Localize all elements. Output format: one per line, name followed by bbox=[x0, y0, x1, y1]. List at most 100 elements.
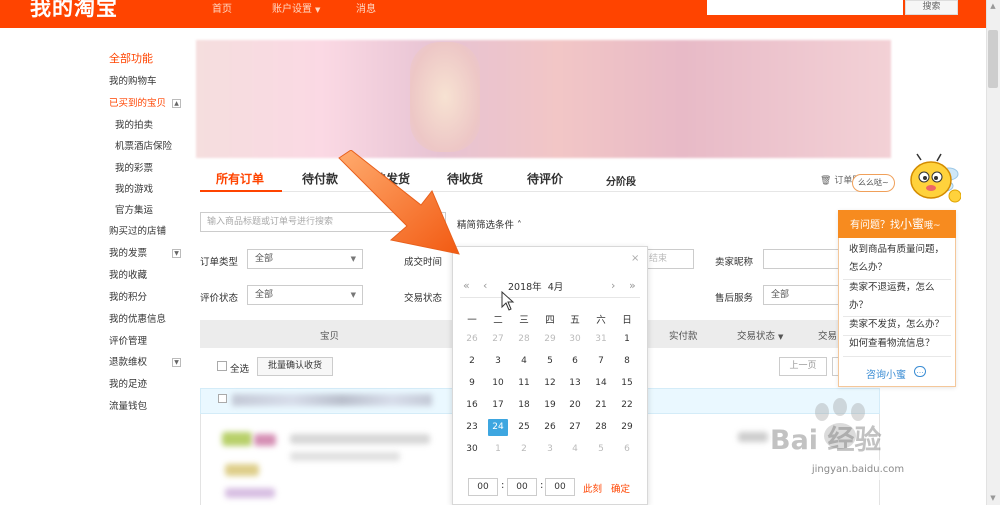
second-input[interactable]: 00 bbox=[545, 478, 575, 496]
product-image-blurred[interactable] bbox=[225, 464, 259, 476]
tab-unpaid[interactable]: 待付款 bbox=[302, 170, 338, 187]
sidebar-item-games[interactable]: 我的游戏 bbox=[115, 184, 153, 196]
calendar-day[interactable]: 21 bbox=[591, 397, 611, 414]
calendar-day[interactable]: 2 bbox=[462, 353, 482, 370]
collapse-toggle-icon[interactable]: ▲ bbox=[172, 99, 181, 108]
calendar-day[interactable]: 30 bbox=[462, 441, 482, 458]
deal-time-end-input[interactable]: 结束 bbox=[640, 249, 694, 269]
date-picker-month[interactable]: 4月 bbox=[548, 282, 564, 293]
prev-year-icon[interactable]: « bbox=[463, 279, 470, 292]
calendar-day[interactable]: 6 bbox=[617, 441, 637, 458]
nav-home[interactable]: 首页 bbox=[212, 0, 232, 15]
helper-question-shipping-fee-cont[interactable]: 办？ bbox=[849, 297, 868, 315]
expand-toggle-icon[interactable]: ▼ bbox=[172, 249, 181, 258]
calendar-day[interactable]: 4 bbox=[565, 441, 585, 458]
expand-toggle-icon[interactable]: ▼ bbox=[172, 358, 181, 367]
calendar-day[interactable]: 19 bbox=[540, 397, 560, 414]
ask-xiaomi-link[interactable]: 咨询小蜜 bbox=[866, 366, 906, 381]
now-button[interactable]: 此刻 bbox=[583, 481, 602, 495]
calendar-day[interactable]: 3 bbox=[540, 441, 560, 458]
tab-all-orders[interactable]: 所有订单 bbox=[216, 170, 264, 187]
calendar-day[interactable]: 26 bbox=[540, 419, 560, 436]
scroll-up-icon[interactable]: ▲ bbox=[988, 2, 998, 10]
calendar-day[interactable]: 29 bbox=[540, 331, 560, 348]
helper-question-shipping-fee[interactable]: 卖家不退运费，怎么 bbox=[849, 279, 935, 297]
nav-account-settings[interactable]: 账户设置 ▼ bbox=[272, 0, 320, 15]
helper-question-not-shipped[interactable]: 卖家不发货，怎么办？ bbox=[849, 316, 944, 334]
scrollbar-thumb[interactable] bbox=[988, 30, 998, 88]
chat-icon[interactable]: … bbox=[914, 366, 926, 377]
calendar-day-selected[interactable]: 24 bbox=[488, 419, 508, 436]
calendar-day[interactable]: 27 bbox=[565, 419, 585, 436]
sidebar-item-cart[interactable]: 我的购物车 bbox=[109, 76, 157, 88]
calendar-day[interactable]: 2 bbox=[514, 441, 534, 458]
sidebar-item-footprints[interactable]: 我的足迹 bbox=[109, 379, 147, 391]
calendar-day[interactable]: 4 bbox=[514, 353, 534, 370]
sidebar-item-bought[interactable]: 已买到的宝贝 bbox=[109, 98, 166, 110]
bee-mascot-icon[interactable] bbox=[903, 152, 961, 208]
calendar-day[interactable]: 28 bbox=[591, 419, 611, 436]
calendar-day[interactable]: 14 bbox=[591, 375, 611, 392]
product-image-blurred[interactable] bbox=[222, 432, 252, 446]
order-checkbox[interactable] bbox=[218, 394, 227, 403]
calendar-day[interactable]: 10 bbox=[488, 375, 508, 392]
calendar-day[interactable]: 27 bbox=[488, 331, 508, 348]
calendar-day[interactable]: 17 bbox=[488, 397, 508, 414]
sidebar-item-travel[interactable]: 机票酒店保险 bbox=[115, 141, 172, 153]
calendar-day[interactable]: 28 bbox=[514, 331, 534, 348]
calendar-day[interactable]: 3 bbox=[488, 353, 508, 370]
calendar-day[interactable]: 30 bbox=[565, 331, 585, 348]
calendar-day[interactable]: 22 bbox=[617, 397, 637, 414]
tab-installment[interactable]: 分阶段 bbox=[606, 173, 636, 188]
sidebar-item-reviews[interactable]: 评价管理 bbox=[109, 336, 147, 348]
product-image-blurred[interactable] bbox=[225, 488, 275, 498]
hour-input[interactable]: 00 bbox=[468, 478, 498, 496]
calendar-day[interactable]: 18 bbox=[514, 397, 534, 414]
sidebar-item-favorites[interactable]: 我的收藏 bbox=[109, 270, 147, 282]
select-all-checkbox[interactable] bbox=[217, 361, 227, 371]
next-month-icon[interactable]: › bbox=[611, 279, 615, 292]
sidebar-item-data-wallet[interactable]: 流量钱包 bbox=[109, 401, 147, 413]
sidebar-item-refunds[interactable]: 退款维权 bbox=[109, 357, 147, 369]
calendar-day[interactable]: 31 bbox=[591, 331, 611, 348]
batch-confirm-button[interactable]: 批量确认收货 bbox=[257, 357, 333, 376]
calendar-day[interactable]: 6 bbox=[565, 353, 585, 370]
select-all-label[interactable]: 全选 bbox=[230, 361, 249, 375]
top-search-button[interactable]: 搜索 bbox=[905, 0, 958, 15]
calendar-day[interactable]: 23 bbox=[462, 419, 482, 436]
scroll-down-icon[interactable]: ▼ bbox=[988, 494, 998, 502]
ad-banner[interactable] bbox=[196, 40, 891, 158]
calendar-day[interactable]: 9 bbox=[462, 375, 482, 392]
calendar-day[interactable]: 8 bbox=[617, 353, 637, 370]
refine-filters-toggle[interactable]: 精简筛选条件 ˄ bbox=[457, 217, 522, 231]
helper-question-quality-cont[interactable]: 怎么办？ bbox=[849, 259, 887, 277]
next-year-icon[interactable]: » bbox=[629, 279, 636, 292]
calendar-day[interactable]: 12 bbox=[540, 375, 560, 392]
prev-month-icon[interactable]: ‹ bbox=[483, 279, 487, 292]
prev-page-button[interactable]: 上一页 bbox=[779, 357, 827, 376]
my-taobao-logo[interactable]: 我的淘宝 bbox=[30, 0, 118, 22]
calendar-day[interactable]: 26 bbox=[462, 331, 482, 348]
sidebar-item-lottery[interactable]: 我的彩票 bbox=[115, 163, 153, 175]
calendar-day[interactable]: 1 bbox=[488, 441, 508, 458]
calendar-day[interactable]: 1 bbox=[617, 331, 637, 348]
sidebar-item-points[interactable]: 我的积分 bbox=[109, 292, 147, 304]
sidebar-item-coupons[interactable]: 我的优惠信息 bbox=[109, 314, 166, 326]
close-icon[interactable]: × bbox=[631, 253, 639, 264]
minute-input[interactable]: 00 bbox=[507, 478, 537, 496]
helper-question-quality[interactable]: 收到商品有质量问题， bbox=[849, 241, 944, 259]
top-search-input[interactable] bbox=[707, 0, 903, 15]
sidebar-item-auction[interactable]: 我的拍卖 bbox=[115, 120, 153, 132]
product-image-blurred[interactable] bbox=[254, 434, 276, 446]
calendar-day[interactable]: 7 bbox=[591, 353, 611, 370]
calendar-day[interactable]: 16 bbox=[462, 397, 482, 414]
sidebar-item-invoice[interactable]: 我的发票 bbox=[109, 248, 147, 260]
nav-messages[interactable]: 消息 bbox=[356, 0, 376, 15]
sidebar-item-shops[interactable]: 购买过的店铺 bbox=[109, 226, 166, 238]
helper-question-logistics[interactable]: 如何查看物流信息？ bbox=[849, 335, 935, 353]
review-status-select[interactable]: 全部 ▼ bbox=[247, 285, 363, 305]
calendar-day[interactable]: 13 bbox=[565, 375, 585, 392]
calendar-day[interactable]: 15 bbox=[617, 375, 637, 392]
column-trade-status[interactable]: 交易状态 ▼ bbox=[737, 328, 783, 342]
sidebar-item-consolidation[interactable]: 官方集运 bbox=[115, 205, 153, 217]
